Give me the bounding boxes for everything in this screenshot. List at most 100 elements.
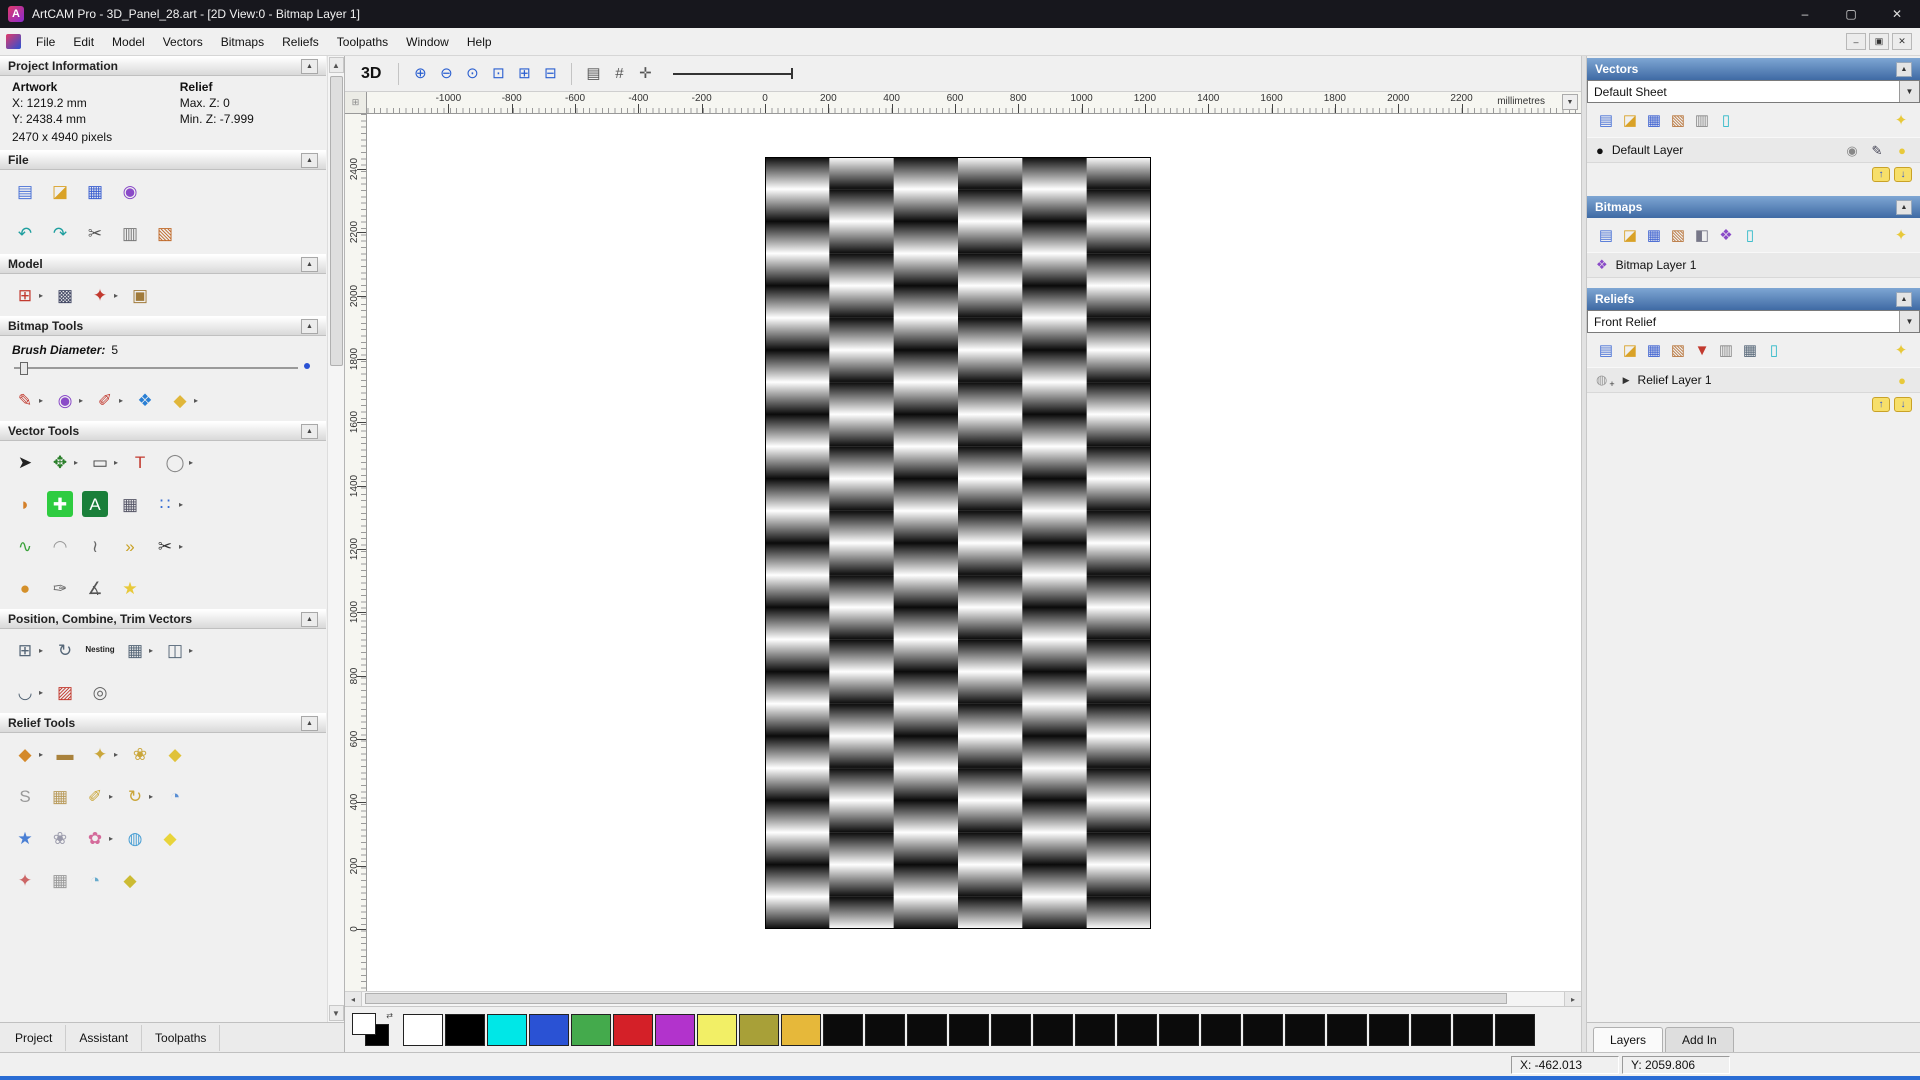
collapse-section-button[interactable]: ▲: [1896, 199, 1912, 215]
wrap-star-button[interactable]: ★: [117, 575, 143, 601]
collapse-section-button[interactable]: ▲: [301, 58, 318, 74]
menu-reliefs[interactable]: Reliefs: [273, 30, 328, 54]
import-relief-button[interactable]: ▧: [1667, 339, 1689, 361]
palette-swatch[interactable]: [1411, 1013, 1451, 1046]
collapse-section-button[interactable]: ▲: [301, 611, 318, 627]
palette-swatch[interactable]: [571, 1013, 611, 1046]
mdi-close-button[interactable]: ✕: [1892, 33, 1912, 50]
close-button[interactable]: ✕: [1874, 0, 1920, 28]
palette-swatch[interactable]: [865, 1013, 905, 1046]
relief-select[interactable]: Front Relief ▼: [1587, 310, 1920, 333]
toggle-all-vectors-button[interactable]: ✦: [1890, 109, 1912, 131]
fit-arc-button[interactable]: ◠: [47, 533, 73, 559]
move-layer-up-button[interactable]: ↑: [1872, 397, 1890, 412]
brush-diameter-slider[interactable]: [14, 359, 312, 375]
palette-swatch[interactable]: [1159, 1013, 1199, 1046]
smooth-relief-button[interactable]: ▬: [52, 741, 78, 767]
extrude-button[interactable]: ◆: [162, 741, 188, 767]
new-bitmap-layer-button[interactable]: ▤: [1595, 224, 1617, 246]
flood-fill-button[interactable]: ◆ ▸: [167, 387, 199, 413]
mdi-minimize-button[interactable]: –: [1846, 33, 1866, 50]
swap-colours-icon[interactable]: ⇄: [386, 1011, 393, 1020]
nesting-button[interactable]: Nesting: [85, 637, 114, 663]
scrollbar-track[interactable]: [362, 992, 1564, 1006]
new-relief-layer-button[interactable]: ▤: [1595, 339, 1617, 361]
zoom-previous-button[interactable]: ⊙: [460, 62, 484, 86]
sheet-select[interactable]: Default Sheet ▼: [1587, 80, 1920, 103]
move-layer-up-button[interactable]: ↑: [1872, 167, 1890, 182]
palette-swatch[interactable]: [403, 1013, 443, 1046]
menu-vectors[interactable]: Vectors: [154, 30, 212, 54]
texture-relief-button[interactable]: ✐ ▸: [82, 783, 113, 809]
scroll-down-button[interactable]: ▼: [328, 1005, 344, 1021]
layer-name[interactable]: Relief Layer 1: [1638, 373, 1712, 387]
create-text-button[interactable]: T: [127, 449, 153, 475]
relief-layer-row[interactable]: ◍ + ▶ Relief Layer 1 ●: [1587, 367, 1920, 393]
palette-swatch[interactable]: [823, 1013, 863, 1046]
delete-vector-layer-button[interactable]: ▯: [1715, 109, 1737, 131]
palette-swatch[interactable]: [655, 1013, 695, 1046]
print-preview-button[interactable]: ▤: [581, 62, 605, 86]
move-layer-down-button[interactable]: ↓: [1894, 397, 1912, 412]
measure-button[interactable]: ∡: [82, 575, 108, 601]
draw-dots-button[interactable]: ✐ ▸: [92, 387, 123, 413]
open-vector-layer-button[interactable]: ◪: [1619, 109, 1641, 131]
zoom-window-button[interactable]: ⊡: [486, 62, 510, 86]
menu-file[interactable]: File: [27, 30, 64, 54]
redo-button[interactable]: ↷: [47, 220, 73, 246]
scroll-up-button[interactable]: ▲: [328, 57, 344, 73]
palette-swatch[interactable]: [739, 1013, 779, 1046]
primary-secondary-colour[interactable]: ⇄: [351, 1011, 397, 1049]
swept-profile-button[interactable]: S: [12, 783, 38, 809]
chevron-down-icon[interactable]: ▼: [1899, 311, 1919, 332]
trim-vectors-button[interactable]: ✂ ▸: [152, 533, 183, 559]
assistant-scrollbar[interactable]: ▲ ▼: [327, 56, 344, 1022]
palette-swatch[interactable]: [1033, 1013, 1073, 1046]
convert-bitmap-button[interactable]: ❖: [1715, 224, 1737, 246]
layer-name[interactable]: Bitmap Layer 1: [1616, 258, 1697, 272]
model-notes-button[interactable]: ▣: [127, 282, 153, 308]
palette-swatch[interactable]: [1369, 1013, 1409, 1046]
angled-plane-button[interactable]: ◆: [157, 825, 183, 851]
undo-button[interactable]: ↶: [12, 220, 38, 246]
cut-button[interactable]: ✂: [82, 220, 108, 246]
delete-bitmap-layer-button[interactable]: ▯: [1739, 224, 1761, 246]
weave-wizard-button[interactable]: ▦: [47, 783, 73, 809]
create-ellipse-button[interactable]: ◯ ▸: [162, 449, 194, 475]
ruler-options-button[interactable]: ▼: [1562, 94, 1578, 110]
snap-toggle-button[interactable]: #: [607, 62, 631, 86]
block-paste-button[interactable]: ∷ ▸: [152, 491, 183, 517]
colour-palette-button[interactable]: ❖: [132, 387, 158, 413]
menu-edit[interactable]: Edit: [64, 30, 103, 54]
node-editing-button[interactable]: ✑: [47, 575, 73, 601]
fan-wizard-button[interactable]: ✿ ▸: [82, 825, 113, 851]
collapse-section-button[interactable]: ▲: [1896, 291, 1912, 307]
scroll-right-button[interactable]: ▸: [1564, 992, 1581, 1006]
create-polyline-button[interactable]: ✚: [47, 491, 73, 517]
pan-view-button[interactable]: ✛: [633, 62, 657, 86]
menu-model[interactable]: Model: [103, 30, 154, 54]
new-model-button[interactable]: ▤: [12, 178, 38, 204]
palette-swatch[interactable]: [1117, 1013, 1157, 1046]
toggle-all-reliefs-button[interactable]: ✦: [1890, 339, 1912, 361]
copy-button[interactable]: ▥: [117, 220, 143, 246]
palette-swatch[interactable]: [991, 1013, 1031, 1046]
spiral-button[interactable]: ◎: [87, 679, 113, 705]
palette-swatch[interactable]: [613, 1013, 653, 1046]
create-grid-button[interactable]: ▦: [117, 491, 143, 517]
export-vectors-button[interactable]: ▥: [1691, 109, 1713, 131]
import-vectors-button[interactable]: ▧: [1667, 109, 1689, 131]
import-bitmap-button[interactable]: ▧: [1667, 224, 1689, 246]
snap-lock-button[interactable]: ◉: [1843, 141, 1861, 159]
relief-grid-button[interactable]: ▦: [1739, 339, 1761, 361]
toggle-all-bitmaps-button[interactable]: ✦: [1890, 224, 1912, 246]
slider-handle[interactable]: [20, 362, 28, 375]
relief-extra-1-button[interactable]: ✦: [12, 867, 38, 893]
rotate-copy-button[interactable]: ↻: [52, 637, 78, 663]
line-width-control[interactable]: [673, 65, 794, 83]
horizontal-scrollbar[interactable]: ◂ ▸: [345, 991, 1581, 1006]
open-model-button[interactable]: ◪: [47, 178, 73, 204]
create-rectangle-button[interactable]: ▭ ▸: [87, 449, 118, 475]
palette-swatch[interactable]: [1243, 1013, 1283, 1046]
edit-layer-button[interactable]: ✎: [1868, 141, 1886, 159]
